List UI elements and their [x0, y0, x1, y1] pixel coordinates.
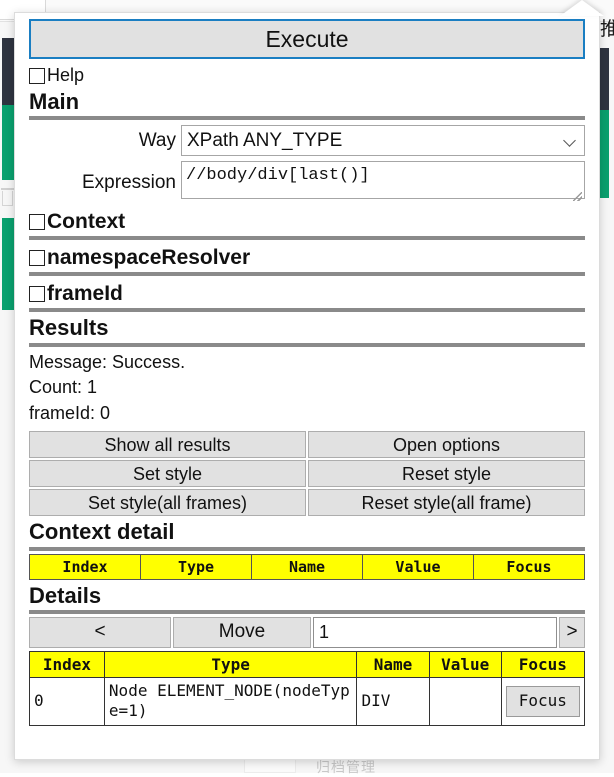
divider-details — [29, 609, 585, 614]
frameid-label: frameId — [47, 282, 123, 306]
section-heading-main: Main — [29, 89, 80, 114]
action-button-grid: Show all results Open options Set style … — [29, 431, 585, 517]
details-cell-name: DIV — [356, 676, 430, 726]
show-all-results-button[interactable]: Show all results — [29, 431, 306, 459]
details-table: Index Type Name Value Focus 0 Node ELEME… — [29, 650, 586, 726]
divider-context — [29, 236, 585, 241]
xpath-extension-popup: Execute Help Main Way XPath ANY_TYPE Exp… — [14, 12, 600, 760]
table-row[interactable]: 0 Node ELEMENT_NODE(nodeType=1) DIV Focu… — [29, 676, 586, 726]
help-checkbox[interactable] — [29, 67, 45, 84]
context-detail-header-row: Index Type Name Value Focus — [29, 553, 585, 580]
next-button[interactable]: > — [559, 616, 585, 648]
divider-main — [29, 116, 585, 121]
context-label: Context — [47, 210, 126, 234]
namespace-resolver-checkbox-row[interactable]: namespaceResolver — [29, 246, 585, 270]
way-field-row: Way XPath ANY_TYPE — [29, 125, 585, 157]
move-button[interactable]: Move — [173, 616, 311, 648]
details-cell-index: 0 — [29, 676, 105, 726]
set-style-all-frames-button[interactable]: Set style(all frames) — [29, 489, 306, 517]
way-label: Way — [138, 129, 176, 151]
context-col-type: Type — [140, 553, 252, 580]
context-checkbox[interactable] — [29, 214, 45, 231]
background-green-strip-left-upper — [2, 105, 14, 180]
divider-results — [29, 342, 585, 347]
details-col-focus: Focus — [500, 650, 586, 678]
context-col-focus: Focus — [473, 553, 585, 580]
context-detail-table: Index Type Name Value Focus — [29, 553, 585, 580]
result-count: Count: 1 — [29, 377, 98, 398]
context-col-value: Value — [362, 553, 474, 580]
frameid-checkbox[interactable] — [29, 286, 45, 303]
expression-input[interactable] — [181, 161, 585, 200]
section-heading-details: Details — [29, 582, 102, 608]
namespace-resolver-checkbox[interactable] — [29, 250, 45, 267]
open-options-button[interactable]: Open options — [308, 431, 585, 459]
expression-field-row: Expression — [29, 161, 585, 204]
set-style-button[interactable]: Set style — [29, 460, 306, 488]
help-label: Help — [47, 65, 85, 85]
reset-style-all-frames-button[interactable]: Reset style(all frame) — [308, 489, 585, 517]
details-col-type: Type — [103, 650, 358, 678]
frameid-checkbox-row[interactable]: frameId — [29, 282, 585, 306]
result-frameid: frameId: 0 — [29, 402, 111, 423]
details-col-value: Value — [428, 650, 502, 678]
namespace-resolver-label: namespaceResolver — [47, 246, 251, 270]
background-dark-strip-left — [2, 38, 14, 105]
details-col-index: Index — [29, 650, 105, 678]
popup-pointer-arrow — [560, 0, 604, 16]
expression-label: Expression — [82, 171, 176, 193]
divider-namespace-resolver — [29, 272, 585, 277]
context-col-name: Name — [251, 553, 363, 580]
divider-frameid — [29, 308, 585, 313]
help-checkbox-row[interactable]: Help — [29, 65, 585, 86]
details-cell-value — [428, 676, 502, 726]
details-col-name: Name — [356, 650, 430, 678]
reset-style-button[interactable]: Reset style — [308, 460, 585, 488]
details-header-row: Index Type Name Value Focus — [29, 650, 586, 678]
divider-context-detail — [29, 546, 585, 551]
section-heading-results: Results — [29, 315, 109, 341]
context-col-index: Index — [29, 553, 141, 580]
details-cell-focus: Focus — [500, 676, 586, 726]
background-green-strip-left-lower — [2, 218, 14, 310]
context-checkbox-row[interactable]: Context — [29, 210, 585, 234]
move-bar: < Move > — [29, 616, 585, 648]
previous-button[interactable]: < — [29, 616, 171, 648]
result-message: Message: Success. — [29, 351, 186, 372]
background-bottom-text: 归档管理 — [316, 760, 376, 776]
execute-button[interactable]: Execute — [29, 19, 585, 59]
way-select[interactable]: XPath ANY_TYPE — [181, 125, 585, 157]
move-index-input[interactable] — [313, 616, 557, 648]
focus-button[interactable]: Focus — [505, 685, 580, 717]
background-side-text: 推 — [600, 18, 614, 40]
details-cell-type: Node ELEMENT_NODE(nodeType=1) — [103, 676, 358, 726]
section-heading-context-detail: Context detail — [29, 519, 175, 545]
